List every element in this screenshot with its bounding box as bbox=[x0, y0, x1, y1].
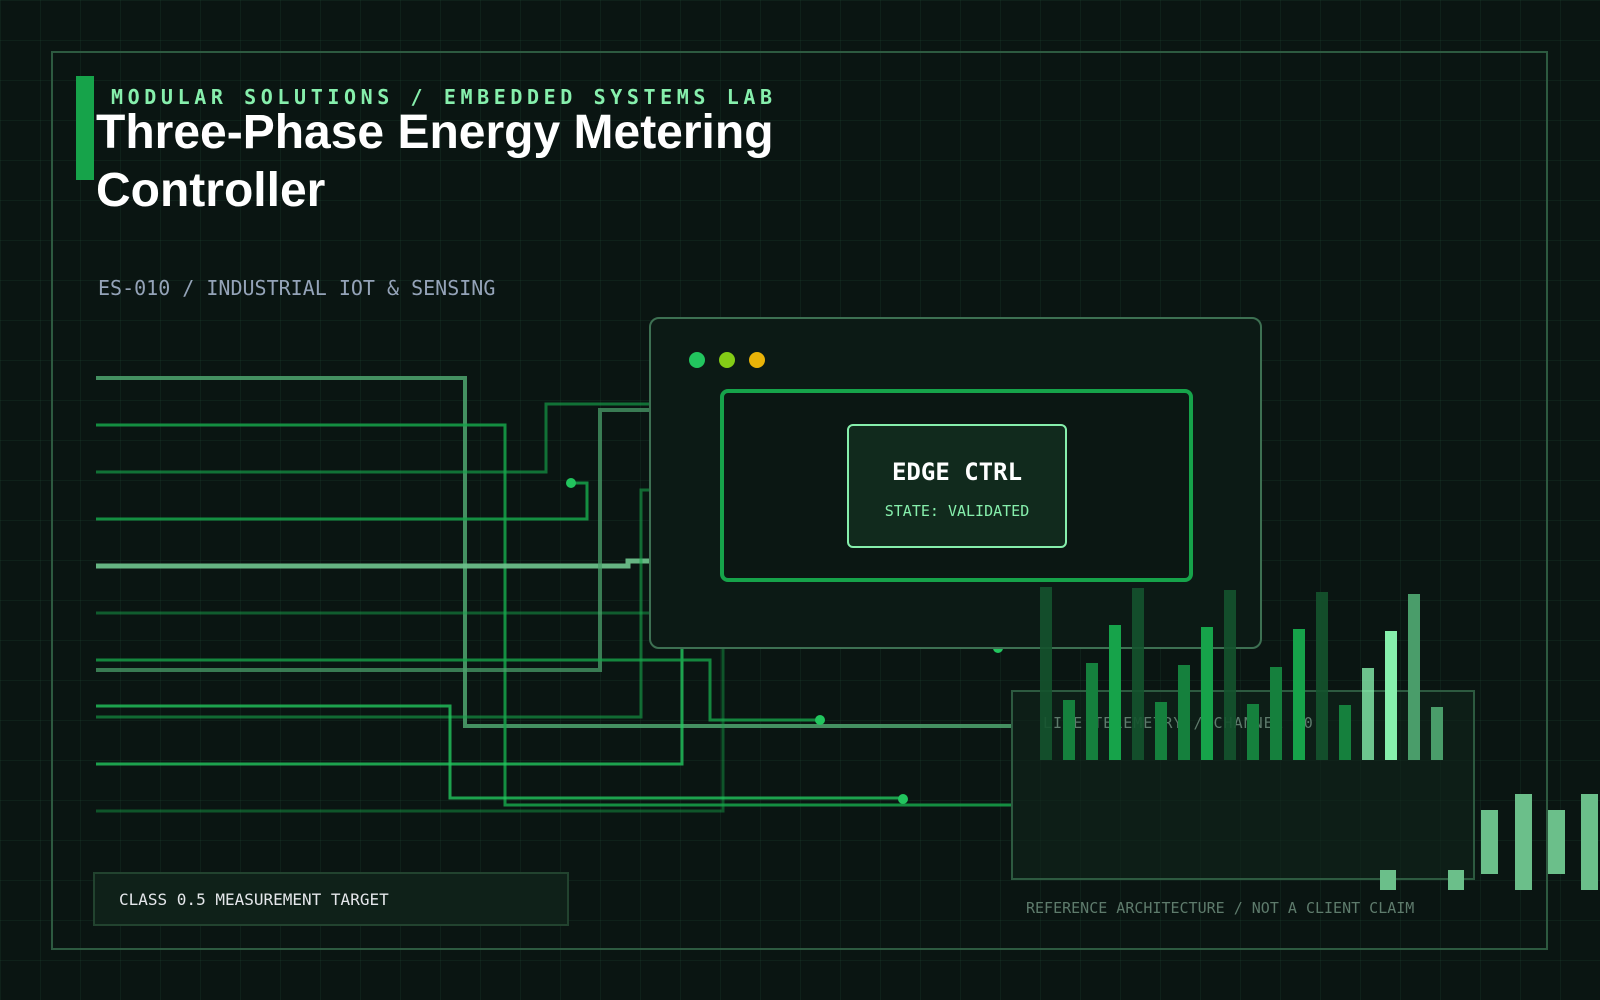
trace bbox=[96, 488, 650, 719]
measurement-badge: CLASS 0.5 MEASUREMENT TARGET bbox=[93, 872, 569, 926]
trace bbox=[96, 558, 650, 569]
trace bbox=[96, 408, 650, 672]
telemetry-label: LIVE TELEMETRY / CHANNEL 10 bbox=[1043, 714, 1314, 732]
trace bbox=[96, 481, 589, 521]
telemetry-panel: LIVE TELEMETRY / CHANNEL 10 bbox=[1011, 690, 1475, 880]
edge-ctrl-state: STATE: VALIDATED bbox=[884, 502, 1030, 520]
controller-screen: EDGE CTRL STATE: VALIDATED bbox=[720, 389, 1193, 582]
trace-node bbox=[815, 715, 825, 725]
window-dot-lime bbox=[719, 352, 735, 368]
controller-window: EDGE CTRL STATE: VALIDATED bbox=[649, 317, 1262, 649]
trace-node bbox=[566, 478, 576, 488]
footer-note: REFERENCE ARCHITECTURE / NOT A CLIENT CL… bbox=[1026, 899, 1415, 917]
trace-node bbox=[898, 794, 908, 804]
window-dot-amber bbox=[749, 352, 765, 368]
trace bbox=[96, 402, 650, 474]
trace bbox=[96, 482, 671, 615]
badge-text: CLASS 0.5 MEASUREMENT TARGET bbox=[119, 890, 389, 909]
edge-ctrl-title: EDGE CTRL bbox=[891, 458, 1023, 486]
window-dot-green bbox=[689, 352, 705, 368]
edge-ctrl-box: EDGE CTRL STATE: VALIDATED bbox=[847, 424, 1067, 548]
